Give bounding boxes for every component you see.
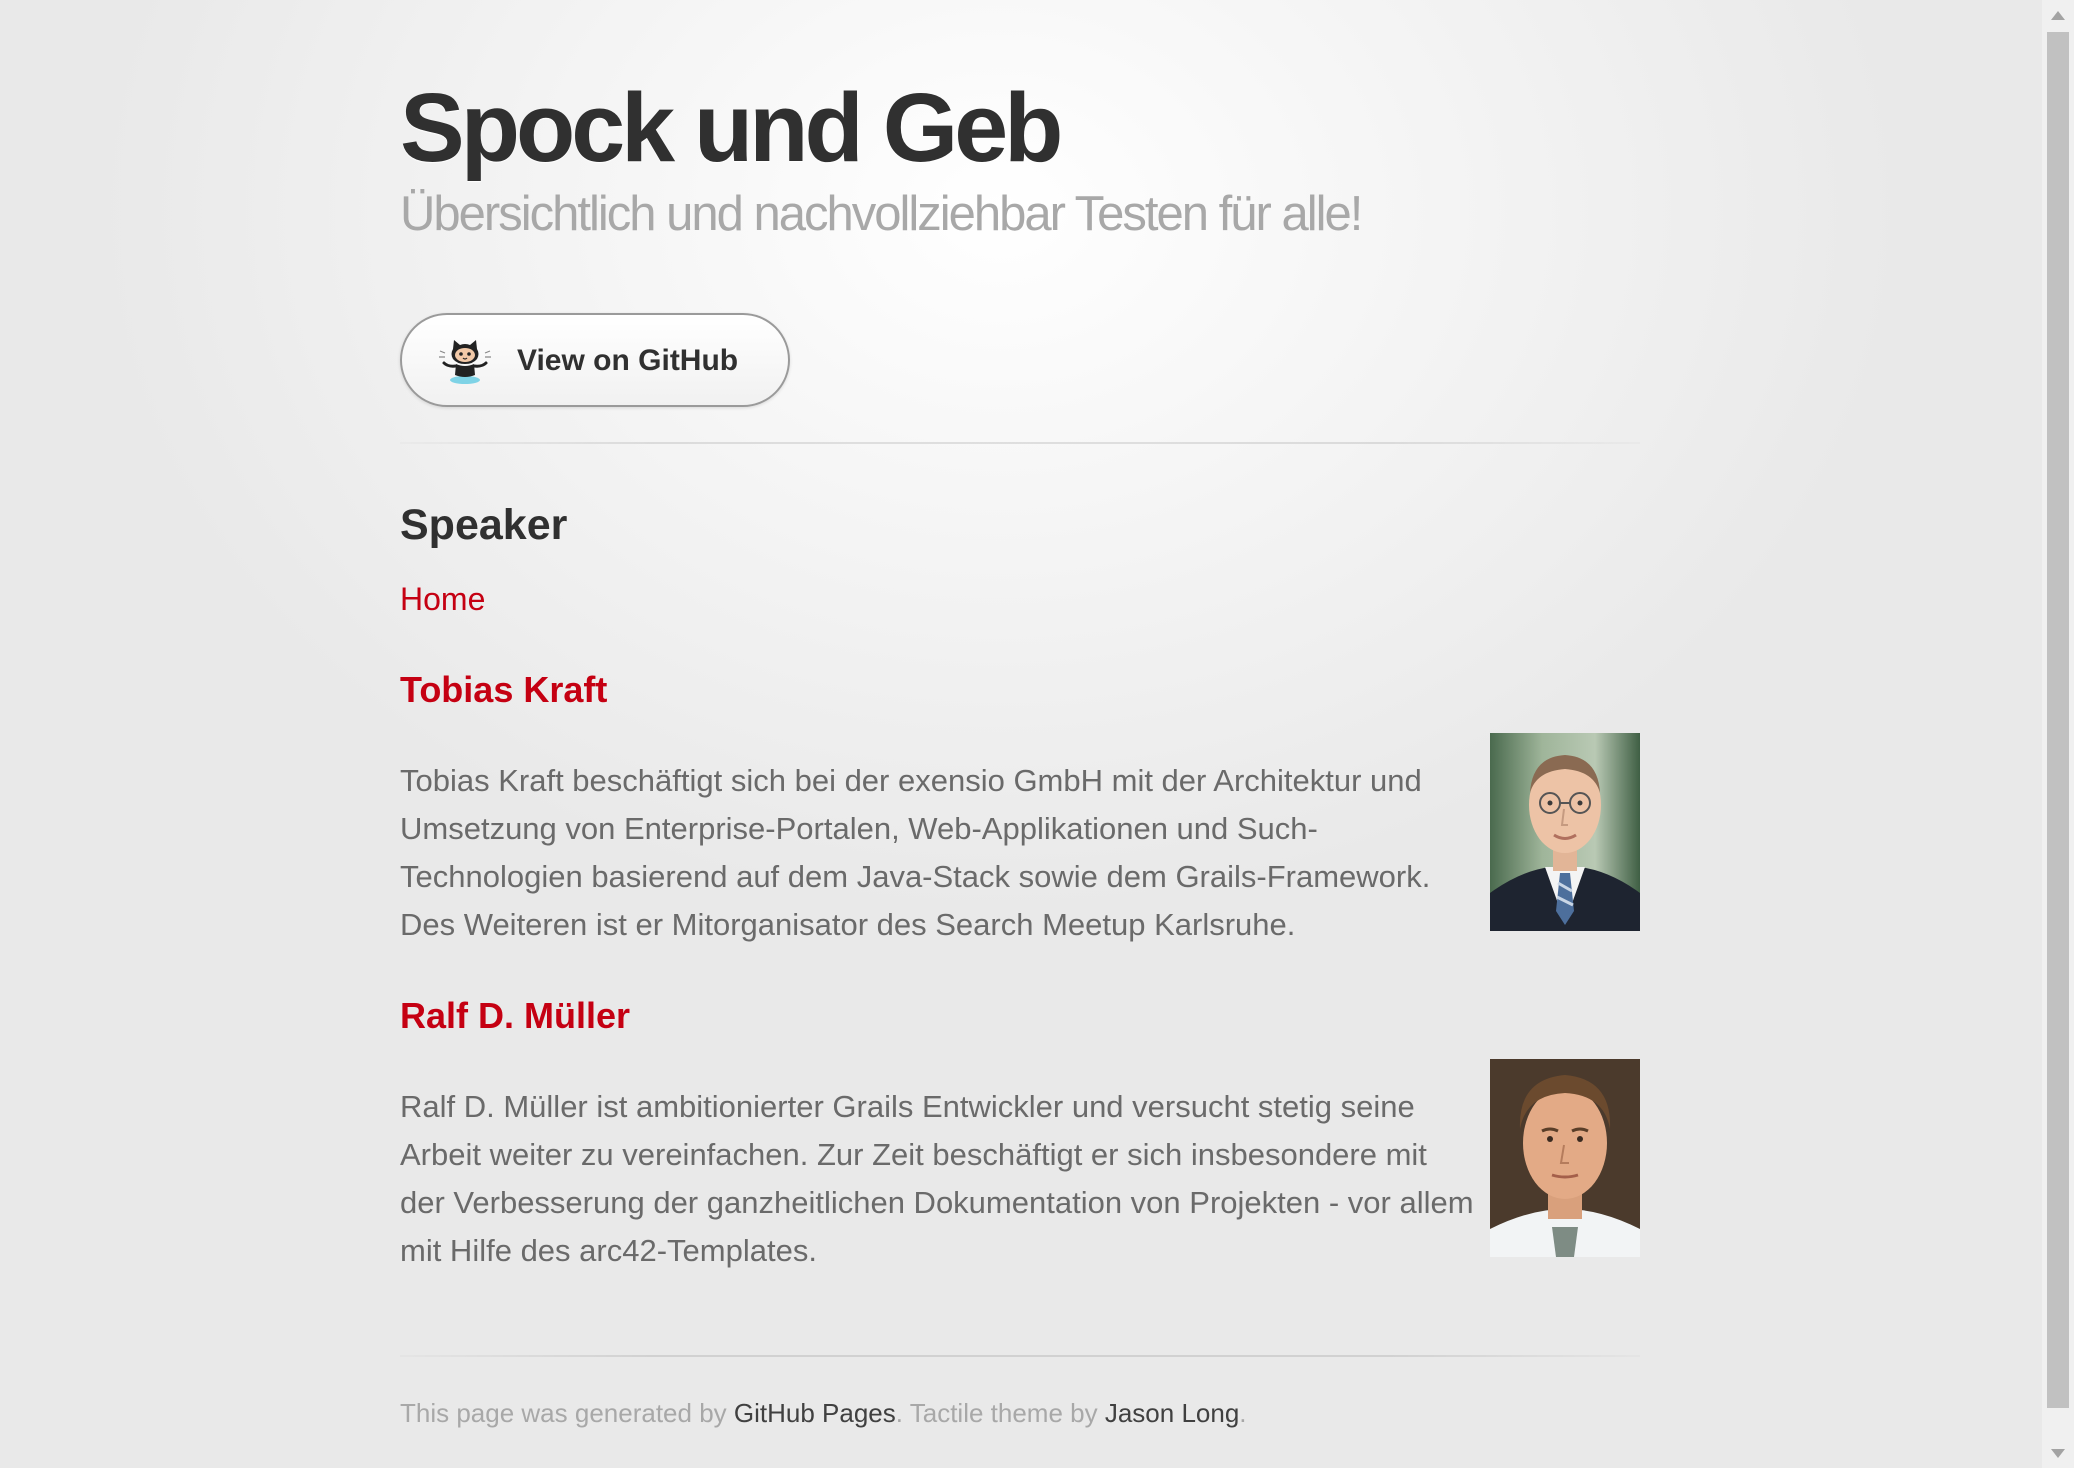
speaker-bio: Ralf D. Müller ist ambitionierter Grails… [400, 1089, 1474, 1268]
github-pages-link[interactable]: GitHub Pages [734, 1398, 896, 1428]
page-heading: Speaker [400, 501, 568, 549]
scrollbar-thumb[interactable] [2047, 32, 2069, 1408]
site-tagline: Übersichtlich und nachvollziehbar Testen… [400, 187, 1363, 241]
speaker-bio: Tobias Kraft beschäftigt sich bei der ex… [400, 763, 1431, 942]
speaker-photo-tobias-kraft [1490, 733, 1640, 931]
vertical-scrollbar[interactable] [2042, 0, 2074, 1468]
view-on-github-label: View on GitHub [517, 344, 739, 377]
octocat-icon [436, 335, 494, 387]
footer-text-suffix: . [1239, 1398, 1247, 1428]
jason-long-link[interactable]: Jason Long [1105, 1398, 1239, 1428]
header-divider [400, 442, 1640, 444]
arrow-down-icon[interactable] [2042, 1438, 2074, 1468]
footer: This page was generated by GitHub Pages.… [400, 1396, 1247, 1430]
view-on-github-button[interactable]: View on GitHub [400, 313, 790, 407]
speaker-name: Tobias Kraft [400, 669, 608, 710]
footer-text-prefix: This page was generated by [400, 1398, 727, 1428]
site-title: Spock und Geb [400, 73, 1063, 182]
footer-divider [400, 1355, 1640, 1357]
speaker-photo-ralf-mueller [1490, 1059, 1640, 1257]
home-link[interactable]: Home [400, 580, 485, 618]
speaker-name: Ralf D. Müller [400, 995, 631, 1036]
arrow-up-icon[interactable] [2042, 0, 2074, 30]
footer-text-middle: . Tactile theme by [895, 1398, 1098, 1428]
